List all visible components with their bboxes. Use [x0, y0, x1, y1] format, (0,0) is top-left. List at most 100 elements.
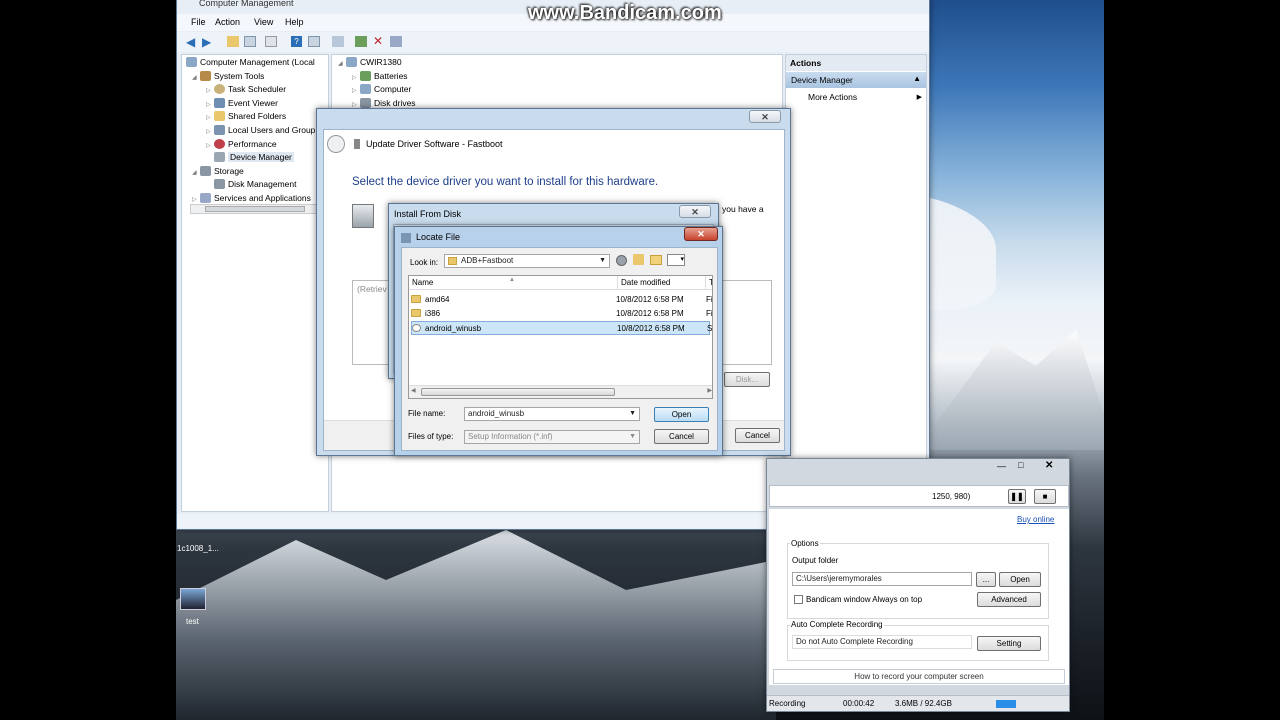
disk-icon: [360, 97, 371, 108]
computer-icon: [186, 57, 197, 67]
view-menu-icon[interactable]: ▾: [667, 254, 685, 266]
pause-button[interactable]: ❚❚: [1008, 489, 1026, 504]
menu-action[interactable]: Action: [215, 17, 240, 27]
tree-scroll-thumb[interactable]: [205, 205, 305, 212]
update-driver-icon[interactable]: [355, 36, 367, 47]
desktop-file-label[interactable]: 1c1008_1...: [177, 544, 219, 553]
file-row[interactable]: amd64 10/8/2012 6:58 PM Fi: [411, 293, 712, 307]
watermark: www.Bandicam.com: [528, 2, 722, 24]
file-date: 10/8/2012 6:58 PM: [616, 295, 684, 304]
device-manager-icon: [214, 152, 225, 163]
chevron-down-icon[interactable]: ▼: [629, 408, 636, 420]
bandicam-status-bar: Recording 00:00:42 3.6MB / 92.4GB: [767, 695, 1069, 711]
up-folder-icon[interactable]: [227, 36, 239, 47]
desktop-icon-label[interactable]: test: [186, 617, 199, 626]
close-icon[interactable]: ✕: [679, 205, 711, 218]
tree-item-event-viewer[interactable]: ▷ Event Viewer: [186, 97, 328, 111]
tree-item-task-scheduler[interactable]: ▷ Task Scheduler: [186, 83, 328, 97]
output-folder-input[interactable]: C:\Users\jeremymorales: [792, 572, 972, 586]
file-list-hscrollbar[interactable]: ◀ ▶: [409, 385, 712, 398]
file-row-selected[interactable]: android_winusb10/8/2012 6:58 PMSe: [411, 321, 712, 335]
file-date: 10/8/2012 6:58 PM: [617, 324, 685, 333]
column-type[interactable]: Ty: [705, 276, 712, 290]
setting-button[interactable]: Setting: [977, 636, 1041, 651]
files-of-type-dropdown[interactable]: Setup Information (*.inf) ▼: [464, 430, 640, 444]
device-batteries[interactable]: ▷ Batteries: [338, 70, 782, 84]
instruction-text: you have a: [722, 204, 764, 214]
tree-item-performance[interactable]: ▷ Performance: [186, 138, 328, 152]
setup-file-icon: [412, 324, 421, 332]
hardware-icon: [352, 204, 374, 228]
device-computer[interactable]: ▷ Computer: [338, 83, 782, 97]
close-icon[interactable]: ✕: [749, 110, 781, 123]
menu-help[interactable]: Help: [285, 17, 304, 27]
buy-online-link[interactable]: Buy online: [1017, 515, 1054, 524]
view-icon[interactable]: [308, 36, 320, 47]
update-cancel-button[interactable]: Cancel: [735, 428, 780, 443]
open-folder-button[interactable]: Open: [999, 572, 1041, 587]
uninstall-icon[interactable]: [390, 36, 402, 47]
menu-view[interactable]: View: [254, 17, 273, 27]
new-folder-icon[interactable]: [650, 255, 662, 265]
always-on-top-label: Bandicam window Always on top: [806, 595, 923, 604]
tree-item-local-users[interactable]: ▷ Local Users and Group: [186, 124, 328, 138]
tree-item-root[interactable]: Computer Management (Local: [186, 56, 328, 70]
cancel-button[interactable]: Cancel: [654, 429, 709, 444]
back-nav-icon[interactable]: [616, 255, 627, 266]
always-on-top-checkbox[interactable]: [794, 595, 803, 604]
browse-button[interactable]: ...: [976, 572, 996, 587]
update-driver-title: Update Driver Software - Fastboot: [366, 139, 503, 149]
scroll-left-icon[interactable]: ◀: [411, 387, 416, 394]
tree-item-device-manager[interactable]: Device Manager: [186, 151, 328, 165]
column-date[interactable]: Date modified: [617, 276, 670, 290]
tree-item-disk-management[interactable]: Disk Management: [186, 178, 328, 192]
help-icon[interactable]: ?: [291, 36, 302, 47]
column-name[interactable]: Name: [412, 276, 433, 290]
users-icon: [214, 124, 225, 135]
have-disk-button[interactable]: Disk...: [724, 372, 770, 387]
computer-icon: [346, 57, 357, 67]
look-in-dropdown[interactable]: ADB+Fastboot ▼: [444, 254, 610, 268]
submenu-arrow-icon: ▶: [916, 94, 922, 101]
forward-icon[interactable]: ▶: [202, 35, 211, 49]
disable-icon[interactable]: ✕: [373, 34, 383, 48]
close-icon[interactable]: ✕: [684, 227, 718, 241]
tree-item-storage[interactable]: ◢ Storage: [186, 165, 328, 179]
maximize-icon[interactable]: □: [1018, 460, 1023, 470]
file-list: Name ▲ Date modified Ty amd6410/8/2012 6…: [408, 275, 713, 399]
recording-size: 3.6MB / 92.4GB: [895, 699, 952, 708]
open-button[interactable]: Open: [654, 407, 709, 422]
actions-pane: Actions Device Manager ▲ More Actions ▶: [785, 54, 927, 512]
device-root[interactable]: ◢ CWIR1380: [338, 56, 782, 70]
tree-hscrollbar[interactable]: [190, 203, 328, 214]
back-icon[interactable]: ◀: [186, 35, 195, 49]
close-icon[interactable]: ✕: [1045, 460, 1053, 471]
how-to-banner[interactable]: How to record your computer screen: [773, 669, 1065, 684]
file-list-scroll-thumb[interactable]: [421, 388, 615, 396]
locate-file-icon: [401, 233, 411, 243]
minimize-icon[interactable]: —: [997, 461, 1006, 471]
folder-icon: [411, 309, 421, 317]
properties-icon[interactable]: [265, 36, 277, 47]
performance-icon: [214, 138, 225, 149]
show-tree-icon[interactable]: [244, 36, 256, 47]
menu-file[interactable]: File: [191, 17, 206, 27]
actions-section-device-manager[interactable]: Device Manager ▲: [786, 72, 926, 88]
video-file-icon[interactable]: [180, 588, 206, 610]
up-one-level-icon[interactable]: [633, 254, 644, 265]
back-icon[interactable]: [327, 135, 345, 153]
more-actions[interactable]: More Actions ▶: [786, 91, 926, 105]
stop-button[interactable]: ■: [1034, 489, 1056, 504]
collapse-icon[interactable]: ▲: [913, 74, 921, 83]
file-row[interactable]: i386 10/8/2012 6:58 PM Fi: [411, 307, 712, 321]
file-name-input[interactable]: android_winusb ▼: [464, 407, 640, 421]
clock-icon: [214, 84, 225, 95]
scan-icon[interactable]: [332, 36, 344, 47]
scroll-right-icon[interactable]: ▶: [707, 387, 712, 394]
advanced-button[interactable]: Advanced: [977, 592, 1041, 607]
event-viewer-icon: [214, 97, 225, 108]
window-title: Computer Management: [199, 0, 294, 8]
recording-status: Recording: [769, 699, 806, 708]
tree-item-system-tools[interactable]: ◢ System Tools: [186, 70, 328, 84]
tree-item-shared-folders[interactable]: ▷ Shared Folders: [186, 110, 328, 124]
